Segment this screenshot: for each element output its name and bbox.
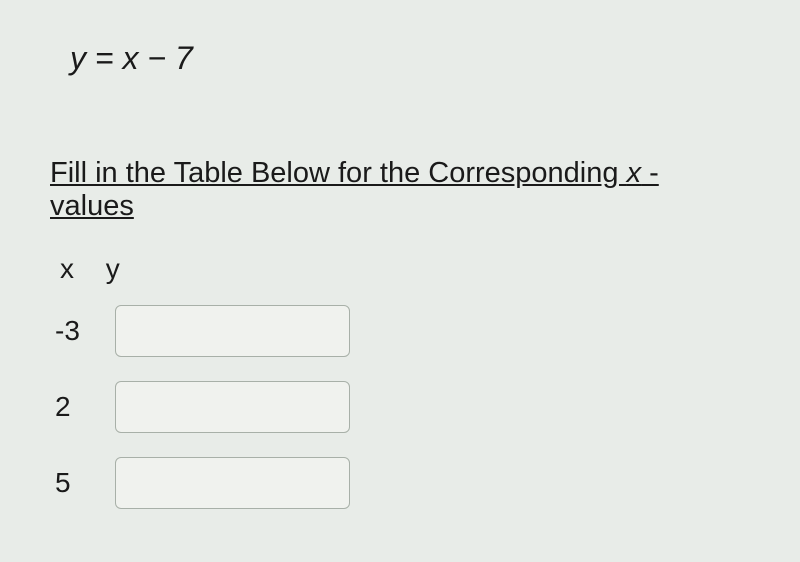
table-header: x y — [60, 253, 750, 285]
equation-text: y = x − 7 — [70, 40, 750, 77]
table-row: -3 — [50, 305, 750, 357]
table-row: 5 — [50, 457, 750, 509]
table-body: -3 2 5 — [50, 305, 750, 509]
instruction-variable: x — [627, 157, 642, 189]
x-value-cell: 5 — [55, 467, 115, 499]
table-row: 2 — [50, 381, 750, 433]
y-input-field[interactable] — [115, 457, 350, 509]
column-y-label: y — [106, 253, 120, 284]
x-value-cell: -3 — [55, 315, 115, 347]
y-input-field[interactable] — [115, 381, 350, 433]
instruction-heading: Fill in the Table Below for the Correspo… — [50, 157, 750, 223]
column-x-label: x — [60, 253, 74, 284]
x-value-cell: 2 — [55, 391, 115, 423]
instruction-prefix: Fill in the Table Below for the Correspo… — [50, 157, 627, 189]
y-input-field[interactable] — [115, 305, 350, 357]
